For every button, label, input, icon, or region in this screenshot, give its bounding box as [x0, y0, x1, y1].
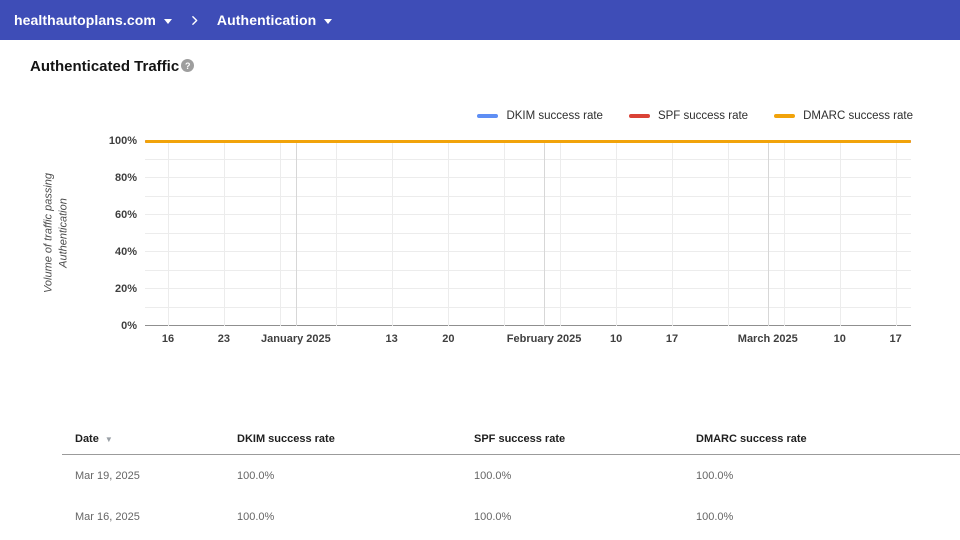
y-tick-label: 80%: [115, 172, 137, 184]
chevron-down-icon: [164, 19, 172, 24]
y-tick-label: 100%: [109, 135, 137, 147]
breadcrumb-chevron-right-icon: [188, 14, 201, 27]
cell-dkim: 100.0%: [237, 511, 474, 523]
chart-y-labels: 0%20%40%60%80%100%: [0, 141, 137, 326]
y-tick-label: 20%: [115, 283, 137, 295]
cell-spf: 100.0%: [474, 511, 696, 523]
cell-dmarc: 100.0%: [696, 511, 960, 523]
spf-line-swatch-icon: [629, 114, 650, 118]
x-tick-label: 23: [218, 333, 230, 345]
column-header-date[interactable]: Date ▼: [75, 433, 237, 445]
x-tick-label: March 2025: [738, 333, 798, 345]
x-tick-label: January 2025: [261, 333, 331, 345]
domain-selector-dropdown[interactable]: healthautoplans.com: [14, 12, 172, 28]
legend-label: SPF success rate: [658, 110, 748, 122]
cell-dkim: 100.0%: [237, 470, 474, 482]
dkim-line-swatch-icon: [477, 114, 498, 118]
table-row: Mar 19, 2025 100.0% 100.0% 100.0%: [62, 455, 960, 496]
legend-item-dmarc: DMARC success rate: [774, 110, 913, 122]
x-tick-label: 17: [890, 333, 902, 345]
legend-label: DMARC success rate: [803, 110, 913, 122]
x-tick-label: 17: [666, 333, 678, 345]
table-row: Mar 16, 2025 100.0% 100.0% 100.0%: [62, 496, 960, 537]
x-tick-label: February 2025: [507, 333, 582, 345]
dmarc-line-swatch-icon: [774, 114, 795, 118]
y-tick-label: 60%: [115, 209, 137, 221]
chart-x-labels: 16 23 January 2025 13 20 February 2025 10 17 Mar…: [145, 333, 911, 349]
column-header-spf: SPF success rate: [474, 433, 696, 445]
help-icon[interactable]: ?: [181, 59, 194, 72]
sort-desc-icon: ▼: [105, 435, 113, 444]
cell-date: Mar 16, 2025: [75, 511, 237, 523]
y-tick-label: 40%: [115, 246, 137, 258]
page-title-row: Authenticated Traffic ?: [30, 58, 194, 75]
legend-item-spf: SPF success rate: [629, 110, 748, 122]
legend-label: DKIM success rate: [506, 110, 603, 122]
cell-date: Mar 19, 2025: [75, 470, 237, 482]
postmaster-page: healthautoplans.com Authentication Authe…: [0, 0, 960, 540]
page-title: Authenticated Traffic: [30, 58, 179, 75]
table-header-row: Date ▼ DKIM success rate SPF success rat…: [62, 424, 960, 455]
legend-item-dkim: DKIM success rate: [477, 110, 603, 122]
auth-rates-table: Date ▼ DKIM success rate SPF success rat…: [62, 424, 960, 537]
chevron-down-icon: [324, 19, 332, 24]
cell-spf: 100.0%: [474, 470, 696, 482]
x-tick-label: 10: [610, 333, 622, 345]
cell-dmarc: 100.0%: [696, 470, 960, 482]
section-selector-dropdown[interactable]: Authentication: [217, 12, 332, 28]
y-tick-label: 0%: [121, 320, 137, 332]
column-header-dkim: DKIM success rate: [237, 433, 474, 445]
domain-selector-label: healthautoplans.com: [14, 12, 156, 28]
section-selector-label: Authentication: [217, 12, 316, 28]
x-tick-label: 10: [834, 333, 846, 345]
x-tick-label: 20: [442, 333, 454, 345]
chart-plot: [145, 141, 911, 326]
series-line-2: [145, 140, 911, 143]
app-bar: healthautoplans.com Authentication: [0, 0, 960, 40]
chart-legend: DKIM success rate SPF success rate DMARC…: [477, 110, 913, 122]
x-tick-label: 16: [162, 333, 174, 345]
x-tick-label: 13: [386, 333, 398, 345]
column-header-dmarc: DMARC success rate: [696, 433, 960, 445]
